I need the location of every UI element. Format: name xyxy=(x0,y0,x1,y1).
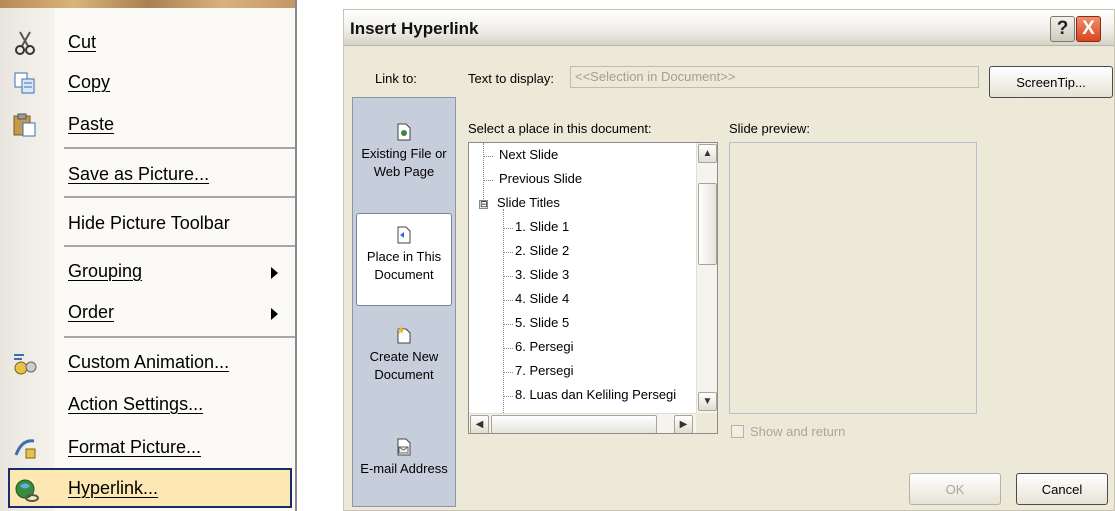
link-option-place-in-document[interactable]: Place in This Document xyxy=(356,213,452,306)
menu-separator xyxy=(64,196,295,198)
tree-line xyxy=(503,209,504,419)
format-picture-icon xyxy=(12,435,38,461)
menu-item-hyperlink[interactable]: Hyperlink... xyxy=(8,468,292,508)
scroll-corner xyxy=(696,413,717,433)
tree-item-slide[interactable]: 1. Slide 1 xyxy=(515,219,569,234)
background-strip xyxy=(0,0,295,8)
menu-item-copy[interactable]: Copy xyxy=(0,62,295,102)
menu-item-label: Save as Picture... xyxy=(68,163,210,184)
tree-item-slide[interactable]: 2. Slide 2 xyxy=(515,243,569,258)
menu-item-order[interactable]: Order xyxy=(0,292,295,332)
menu-item-label: Paste xyxy=(68,113,115,134)
place-in-document-icon xyxy=(397,226,411,244)
scroll-down-button[interactable]: ▼ xyxy=(698,392,717,411)
collapse-toggle[interactable]: ⊟ xyxy=(479,200,488,209)
help-button[interactable]: ? xyxy=(1050,16,1075,42)
tree-item-slide[interactable]: 6. Persegi xyxy=(515,339,574,354)
tree-line xyxy=(483,143,484,207)
vertical-scrollbar[interactable]: ▲ ▼ xyxy=(696,143,717,413)
submenu-arrow-icon xyxy=(271,308,278,320)
tree-line xyxy=(503,276,513,277)
close-button[interactable]: X xyxy=(1076,16,1101,42)
tree-item-slide-titles[interactable]: Slide Titles xyxy=(497,195,560,210)
link-to-pane: Existing File or Web Page Place in This … xyxy=(352,97,456,507)
show-and-return-checkbox[interactable] xyxy=(731,425,744,438)
scissors-icon xyxy=(12,30,38,56)
select-place-label: Select a place in this document: xyxy=(468,121,652,136)
tree-line xyxy=(503,300,513,301)
tree-item-slide[interactable]: 4. Slide 4 xyxy=(515,291,569,306)
email-address-icon xyxy=(397,438,411,456)
tree-item-slide[interactable]: 7. Persegi xyxy=(515,363,574,378)
context-menu: Cut Copy Paste Save as Picture... Hide P… xyxy=(0,0,297,511)
link-option-label: Place in This Document xyxy=(366,249,442,282)
slide-preview-label: Slide preview: xyxy=(729,121,810,136)
copy-icon xyxy=(12,70,38,96)
menu-separator xyxy=(64,336,295,338)
paste-icon xyxy=(12,112,38,138)
menu-item-grouping[interactable]: Grouping xyxy=(0,251,295,291)
menu-item-hide-picture-toolbar[interactable]: Hide Picture Toolbar xyxy=(0,203,295,243)
scroll-right-button[interactable]: ▶ xyxy=(674,415,693,433)
scroll-up-button[interactable]: ▲ xyxy=(698,144,717,163)
dialog-title: Insert Hyperlink xyxy=(350,19,479,38)
link-option-label: Create New Document xyxy=(369,349,439,382)
menu-item-cut[interactable]: Cut xyxy=(0,22,295,62)
menu-item-custom-animation[interactable]: Custom Animation... xyxy=(0,342,295,382)
menu-item-action-settings[interactable]: Action Settings... xyxy=(0,384,295,424)
tree-line xyxy=(503,372,513,373)
menu-item-label: Hide Picture Toolbar xyxy=(68,212,230,233)
menu-item-label: Cut xyxy=(68,31,97,52)
menu-item-format-picture[interactable]: Format Picture... xyxy=(0,427,295,467)
submenu-arrow-icon xyxy=(271,267,278,279)
menu-item-label: Hyperlink... xyxy=(68,477,159,498)
tree-item-slide[interactable]: 3. Slide 3 xyxy=(515,267,569,282)
link-option-email-address[interactable]: E-mail Address xyxy=(354,438,454,478)
custom-animation-icon xyxy=(12,350,38,376)
scroll-left-button[interactable]: ◀ xyxy=(470,415,489,433)
text-to-display-label: Text to display: xyxy=(468,71,554,86)
screentip-button[interactable]: ScreenTip... xyxy=(989,66,1113,98)
menu-item-label: Copy xyxy=(68,71,111,92)
menu-item-save-as-picture[interactable]: Save as Picture... xyxy=(0,154,295,194)
tree-item-previous-slide[interactable]: Previous Slide xyxy=(499,171,582,186)
horizontal-scroll-thumb[interactable] xyxy=(491,415,657,433)
menu-item-label: Order xyxy=(68,301,115,322)
menu-item-paste[interactable]: Paste xyxy=(0,104,295,144)
text-to-display-field[interactable]: <<Selection in Document>> xyxy=(570,66,979,88)
document-place-tree[interactable]: Next Slide Previous Slide ⊟ Slide Titles… xyxy=(468,142,718,434)
tree-line xyxy=(483,180,493,181)
link-to-label: Link to: xyxy=(375,71,417,86)
show-and-return-label: Show and return xyxy=(750,424,846,439)
existing-file-icon xyxy=(397,123,411,141)
ok-button[interactable]: OK xyxy=(909,473,1001,505)
tree-line xyxy=(503,348,513,349)
tree-line xyxy=(503,324,513,325)
menu-item-label: Grouping xyxy=(68,260,143,281)
tree-line xyxy=(503,396,513,397)
new-document-icon xyxy=(397,326,411,344)
link-option-existing-file[interactable]: Existing File or Web Page xyxy=(354,123,454,181)
menu-item-label: Action Settings... xyxy=(68,393,204,414)
slide-preview-box xyxy=(729,142,977,414)
link-option-label: Existing File or Web Page xyxy=(361,146,447,179)
menu-separator xyxy=(64,147,295,149)
insert-hyperlink-dialog: Insert Hyperlink ? X Link to: Text to di… xyxy=(343,9,1115,511)
tree-line xyxy=(503,252,513,253)
hyperlink-icon xyxy=(14,478,40,504)
tree-item-slide[interactable]: 8. Luas dan Keliling Persegi xyxy=(515,387,676,402)
link-option-label: E-mail Address xyxy=(360,461,448,476)
tree-line xyxy=(483,156,493,157)
menu-item-label: Custom Animation... xyxy=(68,351,230,372)
horizontal-scrollbar[interactable]: ◀ ▶ xyxy=(469,413,696,433)
dialog-titlebar[interactable]: Insert Hyperlink ? X xyxy=(344,10,1114,46)
menu-separator xyxy=(64,245,295,247)
link-option-create-new-document[interactable]: Create New Document xyxy=(354,326,454,384)
tree-item-slide[interactable]: 5. Slide 5 xyxy=(515,315,569,330)
tree-item-next-slide[interactable]: Next Slide xyxy=(499,147,558,162)
vertical-scroll-thumb[interactable] xyxy=(698,183,717,265)
tree-line xyxy=(503,228,513,229)
cancel-button[interactable]: Cancel xyxy=(1016,473,1108,505)
menu-item-label: Format Picture... xyxy=(68,436,202,457)
